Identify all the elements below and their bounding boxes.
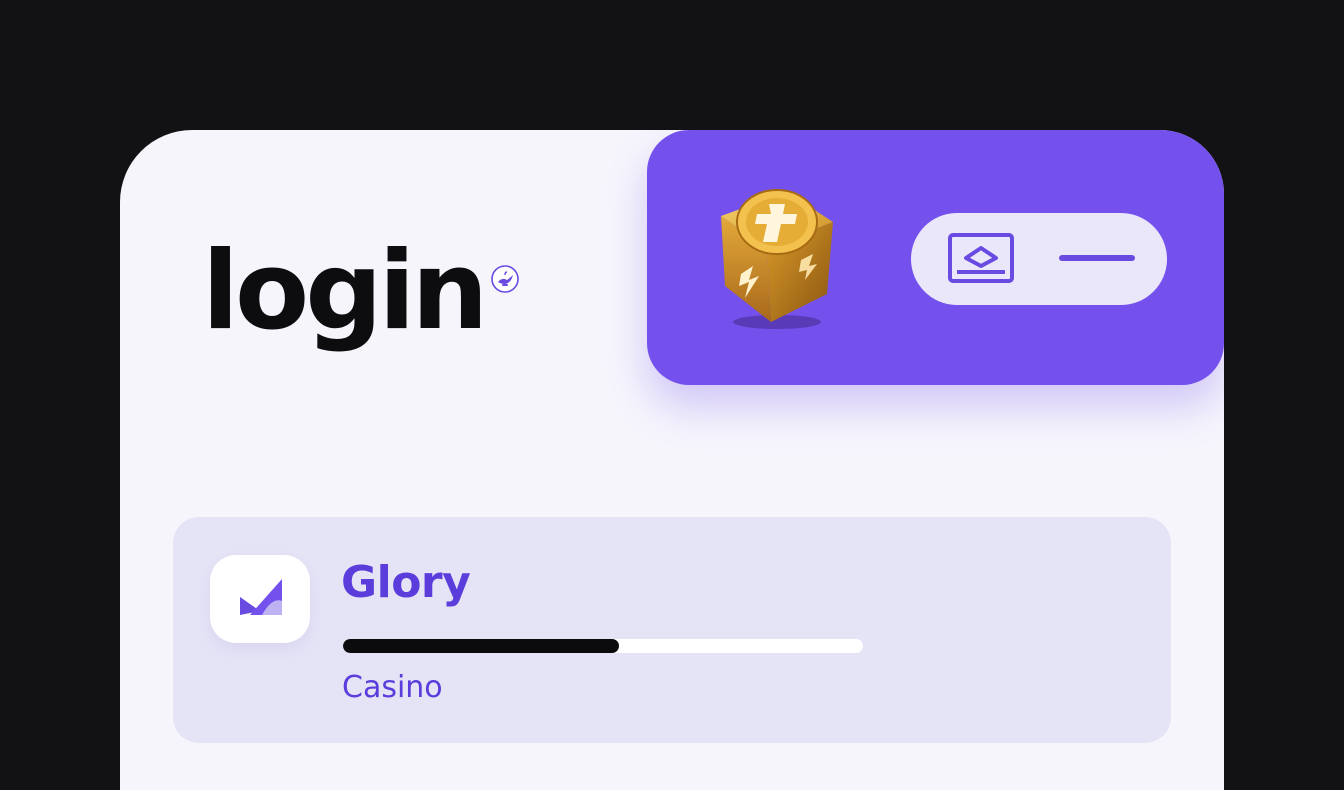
card-toggle-icon <box>947 232 1017 288</box>
toggle-indicator <box>1059 255 1135 261</box>
game-category: Casino <box>342 670 443 705</box>
login-card: login Glory Casino <box>120 130 1224 790</box>
genie-lamp-icon <box>490 264 520 294</box>
game-progress-bar <box>343 639 863 653</box>
game-title: Glory <box>341 557 471 608</box>
glory-logo-icon <box>210 555 310 643</box>
golden-dice-icon[interactable] <box>705 182 845 332</box>
page-title: login <box>202 229 488 354</box>
card-toggle-button[interactable] <box>911 213 1167 305</box>
progress-fill <box>343 639 619 653</box>
game-card[interactable]: Glory Casino <box>173 517 1171 743</box>
promo-panel <box>647 130 1224 385</box>
